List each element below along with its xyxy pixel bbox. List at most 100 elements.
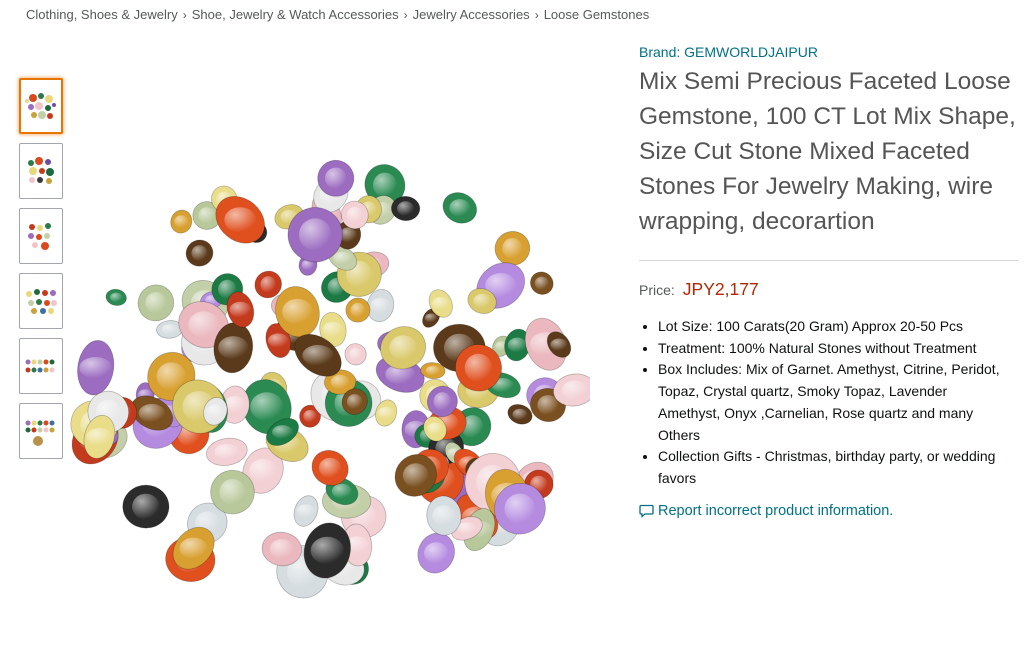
gemstone-facet [378,406,395,420]
gemstone-facet [272,425,294,439]
gemstone-facet [534,276,549,290]
thumbnail-1[interactable] [19,78,63,134]
gemstone-facet [298,218,332,251]
chevron-right-icon: › [534,8,539,22]
gemstone-facet [427,422,443,436]
price-label: Price: [639,282,675,298]
feature-bullet: Box Includes: Mix of Garnet. Amethyst, C… [658,359,1011,446]
gemstone-facet [432,505,456,526]
gemstone-facet [349,347,362,361]
gemstone-facet [249,458,277,483]
gemstone-facet [424,542,449,564]
gemstone-facet [331,483,352,499]
report-incorrect-info-link[interactable]: Report incorrect product information. [639,503,1019,519]
gemstone-facet [346,394,363,410]
gemstone-facet [282,298,313,325]
gemstone-facet [138,403,166,423]
gemstone-facet [188,311,219,339]
gemstone-facet [333,251,352,265]
brand-link[interactable]: Brand: GEMWORLDJAIPUR [639,44,1019,60]
gemstone-facet [425,365,441,376]
feature-bullets: Lot Size: 100 Carats(20 Gram) Approx 20-… [639,316,1011,490]
gemstone-facet [219,479,246,506]
feature-bullet: Lot Size: 100 Carats(20 Gram) Approx 20-… [658,316,1011,338]
gemstone-facet [397,201,415,216]
gemstones-thumbnail-image [25,359,55,373]
gemstone-facet [179,537,208,559]
gemstone-facet [302,344,334,366]
gemstone-facet [174,215,189,228]
gemstone-facet [303,409,317,423]
gemstones-thumbnail-image [25,93,56,119]
price-row: Price: JPY2,177 [639,279,1019,300]
gemstone-facet [346,206,363,224]
gemstone-facet [502,238,523,259]
gemstones-thumbnail-image [28,157,54,184]
breadcrumb-item-clothing[interactable]: Clothing, Shoes & Jewelry [26,7,178,22]
thumbnail-3[interactable] [19,208,63,264]
gemstone-facet [402,463,429,488]
gemstone-facet [464,353,493,382]
gemstones-thumbnail-image [26,289,57,314]
gemstone-facet [310,536,344,565]
gemstone-facet [260,276,276,293]
gemstone-facet [224,207,257,233]
gemstone-facet [269,539,294,559]
thumbnail-2[interactable] [19,143,63,199]
gemstone-facet [229,301,252,318]
gemstone-facet [330,374,350,390]
gemstone-facet [132,493,160,520]
gemstone-facet [191,245,208,261]
speech-bubble-icon [639,504,654,518]
gemstone-facet [350,302,366,318]
gemstone-facet [161,324,178,335]
product-title: Mix Semi Precious Faceted Loose Gemstone… [639,68,1016,235]
gemstone-facet [324,167,347,190]
gemstone-facet [145,292,167,314]
gemstone-facet [79,357,113,379]
gemstone-pile-image [70,159,596,599]
gemstone-facet [507,337,527,353]
gemstone-facet [214,443,240,460]
gemstones-thumbnail-image [25,420,55,446]
chevron-right-icon: › [403,8,408,22]
gemstone-facet [322,321,344,338]
gemstone-facet [370,297,391,314]
product-info-panel: Brand: GEMWORLDJAIPUR Mix Semi Precious … [639,44,1019,519]
gemstone-facet [110,292,123,303]
report-link-label: Report incorrect product information. [658,502,894,519]
gemstone-facet [319,457,342,479]
gemstone-facet [373,172,397,198]
thumbnail-5[interactable] [19,338,63,394]
breadcrumb-item-jewelry-accessories[interactable]: Jewelry Accessories [413,7,530,22]
feature-bullet: Collection Gifts - Christmas, birthday p… [658,446,1011,489]
gemstone-facet [504,493,536,524]
gemstone-facet [296,504,316,518]
chevron-right-icon: › [182,8,187,22]
gemstone-facet [449,199,471,217]
gemstone-facet [512,408,528,420]
gemstone-facet [432,297,450,310]
gemstone-facet [550,338,568,351]
gemstone-facet [218,336,249,360]
thumbnail-strip [19,78,64,468]
thumbnail-4[interactable] [19,273,63,329]
thumbnail-6[interactable] [19,403,63,459]
breadcrumb-item-accessories[interactable]: Shoe, Jewelry & Watch Accessories [192,7,399,22]
divider [639,260,1019,261]
price-value: JPY2,177 [682,279,759,299]
gemstone-facet [424,313,438,323]
breadcrumb-item-loose-gemstones[interactable]: Loose Gemstones [544,7,650,22]
gemstone-facet [433,392,452,411]
gemstone-facet [473,293,491,309]
gemstone-facet [198,207,216,224]
gemstone-facet [561,380,588,400]
gemstone-facet [86,428,113,446]
breadcrumb: Clothing, Shoes & Jewelry › Shoe, Jewelry … [26,7,649,22]
gemstone-facet [206,404,224,419]
gemstones-thumbnail-image [28,223,51,250]
gemstone-facet [250,392,284,422]
gemstone-facet [389,335,417,361]
product-main-image[interactable] [70,150,596,650]
gemstone-facet [267,333,289,348]
